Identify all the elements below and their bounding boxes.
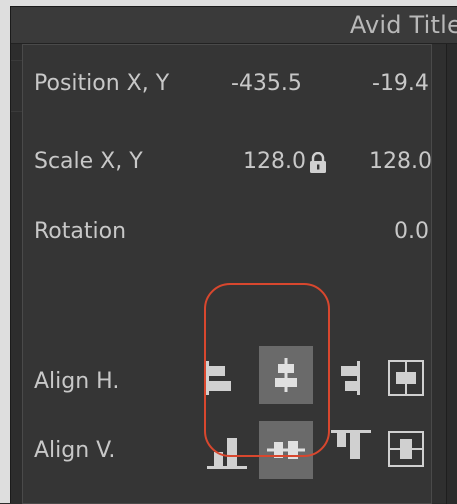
- screenshot-frame: Avid Title Position X, Y -435.5 -19.4 Sc…: [0, 0, 457, 504]
- align-top-button[interactable]: [323, 420, 377, 478]
- position-x-field[interactable]: -435.5: [231, 71, 302, 96]
- position-label: Position X, Y: [34, 71, 170, 96]
- align-right-button[interactable]: [327, 349, 381, 407]
- center-in-frame-vertical-button[interactable]: [375, 420, 429, 478]
- align-bottom-button[interactable]: [199, 420, 253, 478]
- align-center-vertical-button[interactable]: [259, 421, 313, 479]
- position-y-field[interactable]: -19.4: [372, 71, 429, 96]
- scale-y-field[interactable]: 128.0: [369, 149, 432, 174]
- scale-x-field[interactable]: 128.0: [243, 149, 306, 174]
- align-v-label: Align V.: [34, 438, 116, 463]
- align-right-icon: [341, 361, 360, 395]
- center-in-frame-vertical-icon: [388, 431, 424, 467]
- align-bottom-icon: [207, 438, 247, 469]
- lock-icon[interactable]: [308, 151, 328, 174]
- scale-label: Scale X, Y: [34, 149, 143, 174]
- center-in-frame-horizontal-button[interactable]: [375, 349, 429, 407]
- align-center-horizontal-button[interactable]: [259, 346, 313, 404]
- rotation-field[interactable]: 0.0: [394, 219, 429, 244]
- center-in-frame-horizontal-icon: [388, 360, 424, 396]
- title-bar: Avid Title: [11, 7, 457, 44]
- right-panel-edge: [446, 44, 457, 504]
- transform-properties-panel: Position X, Y -435.5 -19.4 Scale X, Y 12…: [22, 44, 432, 504]
- align-left-button[interactable]: [195, 349, 249, 407]
- align-left-icon: [206, 361, 231, 395]
- align-h-label: Align H.: [34, 369, 120, 394]
- align-center-vertical-icon: [267, 441, 305, 459]
- rotation-label: Rotation: [34, 219, 127, 244]
- window-title: Avid Title: [349, 11, 457, 39]
- align-center-horizontal-icon: [275, 358, 297, 392]
- align-top-icon: [331, 430, 371, 459]
